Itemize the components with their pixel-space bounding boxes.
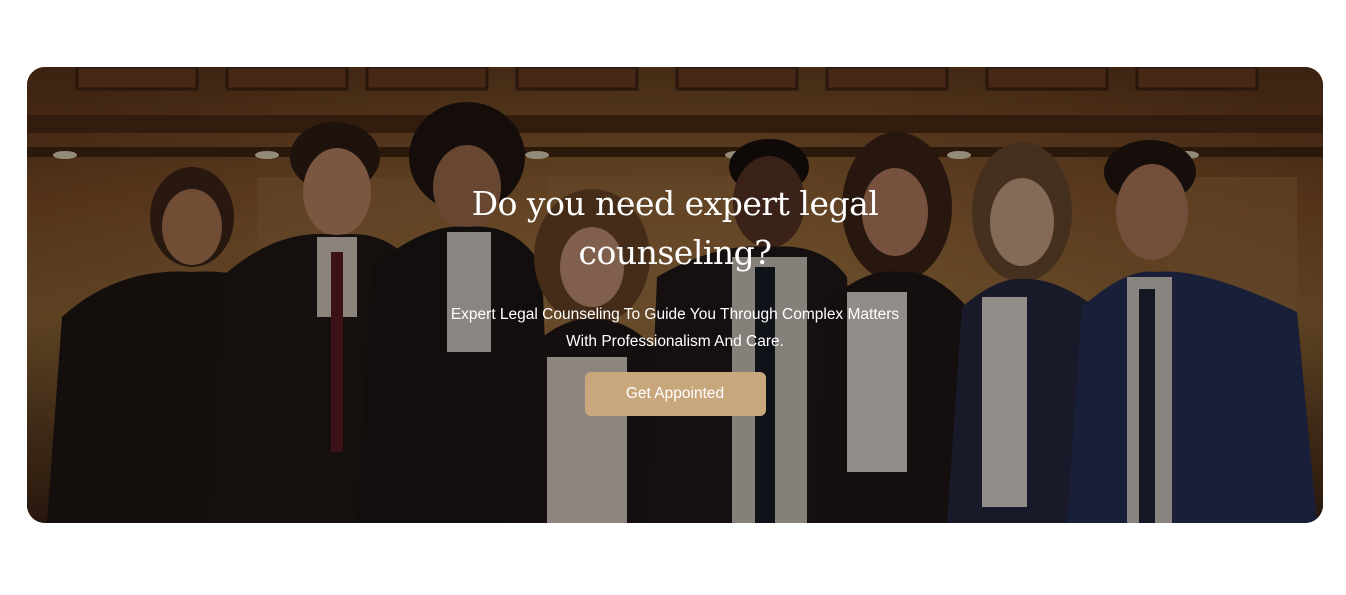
hero-title: Do you need expert legal counseling? <box>471 184 879 272</box>
hero-banner: Do you need expert legal counseling? Exp… <box>27 67 1323 523</box>
hero-subtitle: Expert Legal Counseling To Guide You Thr… <box>450 306 900 350</box>
page: Do you need expert legal counseling? Exp… <box>0 0 1346 595</box>
get-appointed-button[interactable]: Get Appointed <box>584 372 766 416</box>
hero-content: Do you need expert legal counseling? Exp… <box>27 179 1323 416</box>
